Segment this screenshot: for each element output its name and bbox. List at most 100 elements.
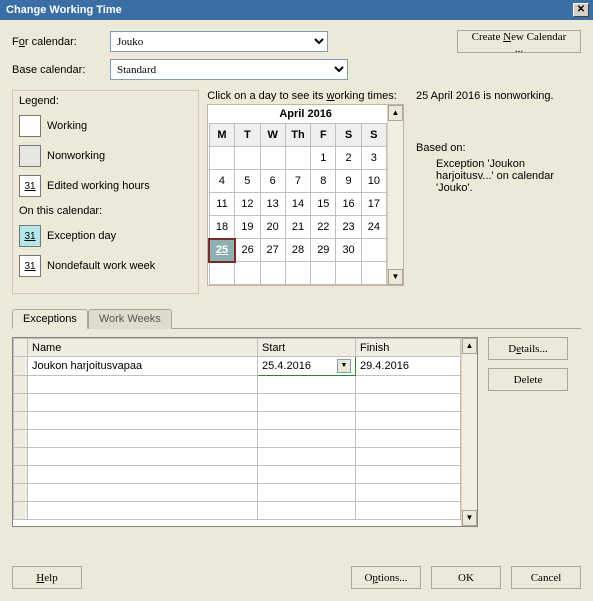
create-new-calendar-button[interactable]: Create New Calendar ... <box>457 30 581 53</box>
exception-name-cell[interactable] <box>28 412 258 430</box>
grid-scrollbar[interactable]: ▲ ▼ <box>461 338 477 526</box>
calendar-day-cell[interactable]: 27 <box>260 239 285 262</box>
row-header[interactable] <box>14 502 28 520</box>
exception-finish-cell[interactable] <box>356 502 461 520</box>
calendar-day-cell[interactable]: 21 <box>285 216 310 239</box>
delete-button[interactable]: Delete <box>488 368 568 391</box>
calendar-day-cell[interactable]: 1 <box>311 147 336 170</box>
calendar-scrollbar[interactable]: ▲ ▼ <box>387 105 403 285</box>
cancel-button[interactable]: Cancel <box>511 566 581 589</box>
calendar-day-cell[interactable]: 28 <box>285 239 310 262</box>
calendar-day-cell[interactable]: 4 <box>209 170 234 193</box>
tab-work-weeks[interactable]: Work Weeks <box>88 309 172 329</box>
row-header[interactable] <box>14 430 28 448</box>
close-icon[interactable]: ✕ <box>573 3 589 17</box>
exception-start-cell[interactable] <box>258 430 356 448</box>
calendar-day-cell[interactable]: 16 <box>336 193 361 216</box>
exception-start-cell[interactable] <box>258 376 356 394</box>
calendar-day-cell <box>285 262 310 285</box>
calendar-day-cell[interactable]: 8 <box>311 170 336 193</box>
exception-start-cell[interactable] <box>258 448 356 466</box>
exception-name-cell[interactable] <box>28 448 258 466</box>
exception-start-cell[interactable] <box>258 394 356 412</box>
ok-button[interactable]: OK <box>431 566 501 589</box>
col-start[interactable]: Start <box>258 339 356 357</box>
calendar-day-cell[interactable]: 20 <box>260 216 285 239</box>
options-button[interactable]: Options... <box>351 566 421 589</box>
row-header[interactable] <box>14 357 28 376</box>
col-name[interactable]: Name <box>28 339 258 357</box>
calendar-day-cell[interactable]: 26 <box>235 239 260 262</box>
calendar-day-cell[interactable]: 29 <box>311 239 336 262</box>
scroll-up-icon[interactable]: ▲ <box>462 338 477 354</box>
exception-name-cell[interactable] <box>28 502 258 520</box>
calendar-day-cell[interactable]: 9 <box>336 170 361 193</box>
tab-strip: Exceptions Work Weeks <box>12 308 581 329</box>
calendar-day-cell <box>285 147 310 170</box>
details-button[interactable]: Details... <box>488 337 568 360</box>
for-calendar-label: For calendar: <box>12 36 110 48</box>
row-header[interactable] <box>14 448 28 466</box>
exception-start-cell[interactable]: 25.4.2016▼ <box>258 357 356 376</box>
exception-name-cell[interactable]: Joukon harjoitusvapaa <box>28 357 258 376</box>
scroll-down-icon[interactable]: ▼ <box>462 510 477 526</box>
calendar-day-cell[interactable]: 15 <box>311 193 336 216</box>
calendar-day-cell[interactable]: 24 <box>361 216 386 239</box>
row-header[interactable] <box>14 376 28 394</box>
col-finish[interactable]: Finish <box>356 339 461 357</box>
calendar-day-cell[interactable]: 7 <box>285 170 310 193</box>
exceptions-grid[interactable]: Name Start Finish Joukon harjoitusvapaa2… <box>12 337 478 527</box>
scroll-down-icon[interactable]: ▼ <box>388 269 403 285</box>
chevron-down-icon[interactable]: ▼ <box>337 359 351 373</box>
exception-start-cell[interactable] <box>258 412 356 430</box>
row-header[interactable] <box>14 394 28 412</box>
exception-finish-cell[interactable] <box>356 466 461 484</box>
calendar-day-cell[interactable]: 3 <box>361 147 386 170</box>
exception-finish-cell[interactable] <box>356 376 461 394</box>
calendar-day-cell[interactable]: 22 <box>311 216 336 239</box>
calendar-day-cell[interactable]: 30 <box>336 239 361 262</box>
exception-name-cell[interactable] <box>28 484 258 502</box>
exception-finish-cell[interactable] <box>356 484 461 502</box>
calendar-day-cell[interactable]: 14 <box>285 193 310 216</box>
calendar-day-cell[interactable]: 5 <box>235 170 260 193</box>
calendar-grid[interactable]: MTWThFSS 1234567891011121314151617181920… <box>208 123 387 285</box>
for-calendar-select[interactable]: Jouko <box>110 31 328 52</box>
exception-start-cell[interactable] <box>258 502 356 520</box>
row-header[interactable] <box>14 466 28 484</box>
exception-start-cell[interactable] <box>258 484 356 502</box>
legend-nondefault-label: Nondefault work week <box>47 260 155 272</box>
calendar-day-cell[interactable]: 6 <box>260 170 285 193</box>
exception-finish-cell[interactable] <box>356 412 461 430</box>
calendar-day-cell[interactable]: 17 <box>361 193 386 216</box>
exception-name-cell[interactable] <box>28 376 258 394</box>
calendar-day-cell[interactable]: 2 <box>336 147 361 170</box>
exception-name-cell[interactable] <box>28 394 258 412</box>
calendar-day-cell[interactable]: 25 <box>209 239 234 262</box>
calendar-day-cell <box>311 262 336 285</box>
calendar-day-header: W <box>260 124 285 147</box>
base-calendar-select[interactable]: Standard <box>110 59 348 80</box>
calendar-day-cell[interactable]: 23 <box>336 216 361 239</box>
calendar-day-cell[interactable]: 11 <box>209 193 234 216</box>
exception-start-cell[interactable] <box>258 466 356 484</box>
calendar-day-cell <box>361 262 386 285</box>
legend-frame: Legend: Working Nonworking 31 Edited wor… <box>12 90 199 294</box>
exception-name-cell[interactable] <box>28 466 258 484</box>
calendar-day-cell[interactable]: 10 <box>361 170 386 193</box>
tab-exceptions[interactable]: Exceptions <box>12 309 88 329</box>
row-header[interactable] <box>14 412 28 430</box>
calendar-day-cell[interactable]: 19 <box>235 216 260 239</box>
exception-finish-cell[interactable] <box>356 394 461 412</box>
calendar-day-cell[interactable]: 13 <box>260 193 285 216</box>
exception-finish-cell[interactable] <box>356 430 461 448</box>
exception-finish-cell[interactable]: 29.4.2016 <box>356 357 461 376</box>
exception-finish-cell[interactable] <box>356 448 461 466</box>
calendar-month-label: April 2016 <box>208 108 403 120</box>
row-header[interactable] <box>14 484 28 502</box>
scroll-up-icon[interactable]: ▲ <box>388 105 403 121</box>
help-button[interactable]: Help <box>12 566 82 589</box>
calendar-day-cell[interactable]: 12 <box>235 193 260 216</box>
exception-name-cell[interactable] <box>28 430 258 448</box>
calendar-day-cell[interactable]: 18 <box>209 216 234 239</box>
